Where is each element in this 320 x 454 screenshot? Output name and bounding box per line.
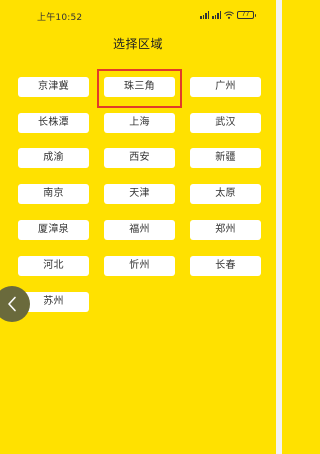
right-edge-strip bbox=[276, 0, 282, 454]
region-button-hebei[interactable]: 河北 bbox=[18, 256, 89, 276]
region-button-xinjiang[interactable]: 新疆 bbox=[190, 148, 261, 168]
region-button-taiyuan[interactable]: 太原 bbox=[190, 184, 261, 204]
region-button-changzhutan[interactable]: 长株潭 bbox=[18, 113, 89, 133]
region-button-tianjin[interactable]: 天津 bbox=[104, 184, 175, 204]
region-button-zhengzhou[interactable]: 郑州 bbox=[190, 220, 261, 240]
region-button-shanghai[interactable]: 上海 bbox=[104, 113, 175, 133]
chevron-left-icon bbox=[8, 296, 16, 312]
region-button-jingjinji[interactable]: 京津冀 bbox=[18, 77, 89, 97]
region-grid: 京津冀 珠三角 广州 长株潭 上海 武汉 成渝 西安 新疆 南京 天津 太原 厦… bbox=[0, 0, 276, 454]
region-button-changchun[interactable]: 长春 bbox=[190, 256, 261, 276]
app-screen: 上午10:52 77 选择区域 京津冀 珠三角 广州 长株潭 上海 武汉 成渝 … bbox=[0, 0, 282, 454]
region-button-nanjing[interactable]: 南京 bbox=[18, 184, 89, 204]
region-button-guangzhou[interactable]: 广州 bbox=[190, 77, 261, 97]
region-button-zhusanjiao[interactable]: 珠三角 bbox=[104, 77, 175, 97]
region-button-xinzhou[interactable]: 忻州 bbox=[104, 256, 175, 276]
region-button-xian[interactable]: 西安 bbox=[104, 148, 175, 168]
region-button-fuzhou[interactable]: 福州 bbox=[104, 220, 175, 240]
region-button-xiazhangquan[interactable]: 厦漳泉 bbox=[18, 220, 89, 240]
region-button-chengyu[interactable]: 成渝 bbox=[18, 148, 89, 168]
region-button-wuhan[interactable]: 武汉 bbox=[190, 113, 261, 133]
